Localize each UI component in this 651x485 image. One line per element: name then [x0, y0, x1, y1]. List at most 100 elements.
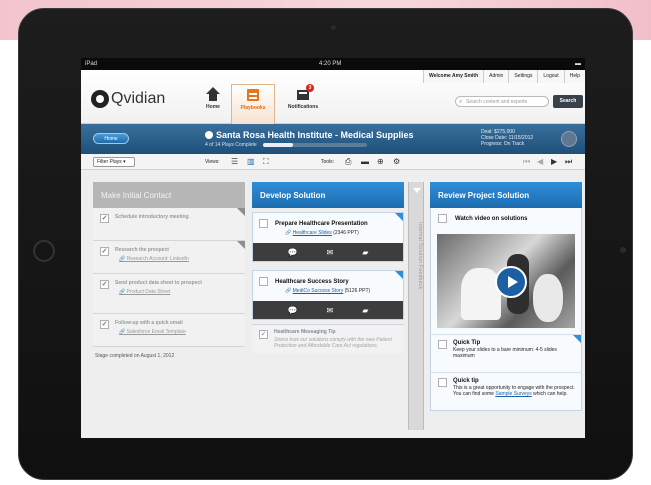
previous-page-icon[interactable]: ◀: [537, 157, 543, 166]
feedback-side-tab[interactable]: Internal Solution Feedback: [408, 182, 424, 430]
play-icon[interactable]: [495, 266, 527, 298]
corner-flag-icon: [237, 241, 245, 249]
messaging-tip[interactable]: ✓ Healthcare Messaging Tip Stress how ou…: [252, 324, 404, 353]
play-label: Follow-up with a quick email: [115, 320, 183, 326]
sample-surveys-link[interactable]: Sample Surveys: [495, 391, 531, 397]
play-label: Send product data sheet to prospect: [115, 280, 202, 286]
quick-tip[interactable]: Quick tip This is a great opportunity to…: [431, 372, 581, 410]
nav-notifications[interactable]: 3 Notifications: [281, 84, 325, 120]
nav-home-label: Home: [206, 104, 220, 110]
clock: 4:20 PM: [319, 61, 342, 67]
play-card[interactable]: Prepare Healthcare Presentation 🔗 Health…: [252, 212, 404, 262]
tip-body: Stress how our solutions comply with the…: [274, 337, 392, 349]
quick-tip-body: This is a great opportunity to engage wi…: [453, 385, 577, 397]
checkbox-checked[interactable]: ✓: [100, 320, 109, 329]
email-icon[interactable]: ✉: [327, 306, 334, 315]
stage-title: Make Initial Contact: [93, 182, 245, 208]
add-icon[interactable]: ⊕: [377, 157, 384, 166]
gear-icon[interactable]: ⚙: [393, 157, 400, 166]
play-card[interactable]: Healthcare Success Story 🔗 MediCo Succes…: [252, 270, 404, 320]
play-card-title: Prepare Healthcare Presentation: [275, 221, 368, 227]
checkbox-checked[interactable]: ✓: [100, 247, 109, 256]
folder-icon[interactable]: ▰: [362, 306, 368, 315]
play-resource-link[interactable]: 🔗 Research Account: LinkedIn: [115, 256, 239, 262]
checkbox[interactable]: [438, 378, 447, 387]
card-actions: 💬 ✉ ▰: [253, 243, 403, 261]
checkbox[interactable]: [259, 219, 268, 228]
email-icon[interactable]: ✉: [327, 248, 334, 257]
attachment-meta: (2346 PPT): [333, 230, 359, 236]
search-button[interactable]: Search: [553, 95, 583, 108]
side-tab-label: Internal Solution Feedback: [417, 222, 423, 290]
chevron-down-icon: ▾: [123, 159, 126, 165]
checkbox[interactable]: [438, 340, 447, 349]
video-panel: Watch video on solutions Quick Tip Keep …: [430, 208, 582, 411]
folder-icon[interactable]: ▰: [362, 248, 368, 257]
battery-icon: ▬: [575, 61, 581, 67]
admin-link[interactable]: Admin: [483, 70, 509, 83]
app-screen: iPad 4:20 PM ▬ Qvidian Home Playbooks 3 …: [81, 58, 585, 438]
play-resource-text: Product Data Sheet: [126, 289, 171, 295]
nav-playbooks[interactable]: Playbooks: [231, 84, 275, 124]
tip-title: Healthcare Messaging Tip: [274, 329, 336, 335]
quick-tip[interactable]: Quick Tip Keep your slides to a bare min…: [431, 334, 581, 372]
stage-title: Develop Solution: [252, 182, 404, 208]
stage-make-initial-contact: Make Initial Contact ✓ Schedule introduc…: [93, 182, 245, 365]
project-title: Santa Rosa Health Institute - Medical Su…: [216, 130, 414, 140]
attachment-link[interactable]: 🔗 Healthcare Slides (2346 PPT): [253, 227, 403, 243]
filter-plays-dropdown[interactable]: Filter Plays ▾: [93, 157, 135, 167]
play-label: Research the prospect: [115, 247, 169, 253]
play-label: Schedule introductory meeting: [115, 214, 189, 220]
column-view-icon[interactable]: ▥: [247, 157, 255, 166]
play-item[interactable]: ✓ Research the prospect 🔗 Research Accou…: [93, 241, 245, 274]
checkbox[interactable]: [438, 214, 447, 223]
play-card-title-row: Healthcare Success Story: [253, 271, 403, 286]
solution-video[interactable]: [437, 234, 575, 328]
nav-notifications-label: Notifications: [287, 104, 319, 110]
home-back-button[interactable]: Home: [93, 133, 129, 144]
fullscreen-view-icon[interactable]: ⛶: [263, 157, 269, 167]
checkbox-checked[interactable]: ✓: [259, 330, 268, 339]
checkbox-checked[interactable]: ✓: [100, 214, 109, 223]
checkbox-checked[interactable]: ✓: [100, 280, 109, 289]
device-label: iPad: [85, 61, 98, 67]
brand-name: Qvidian: [111, 90, 166, 107]
print-icon[interactable]: ⎙: [345, 157, 351, 167]
toolbar: Filter Plays ▾ Views: ☰ ▥ ⛶ Tools: ⎙ ▬ ⊕…: [81, 154, 585, 170]
quick-tip-tail: which can help.: [533, 391, 568, 397]
play-resource-link[interactable]: 🔗 Salesforce Email Template: [115, 329, 239, 335]
video-figure: [533, 274, 563, 322]
logout-link[interactable]: Logout: [537, 70, 564, 83]
nav-home[interactable]: Home: [191, 84, 235, 120]
plays-progress-fill: [263, 143, 294, 147]
views-label: Views:: [205, 159, 220, 165]
checkbox[interactable]: [259, 277, 268, 286]
comment-icon[interactable]: 💬: [288, 306, 298, 315]
stage-develop-solution: Develop Solution Prepare Healthcare Pres…: [252, 182, 404, 353]
status-bar: iPad 4:20 PM ▬: [81, 58, 585, 70]
play-resource-link[interactable]: 🔗 Product Data Sheet: [115, 289, 239, 295]
last-page-icon[interactable]: ⏭: [565, 157, 572, 167]
quick-tip-body: Keep your slides to a bare minimum: 4-5 …: [453, 347, 557, 359]
project-bar: Home Santa Rosa Health Institute - Medic…: [81, 124, 585, 154]
attachment-link[interactable]: 🔗 MediCo Success Story (5126 PPT): [253, 285, 403, 301]
notification-badge: 3: [306, 84, 314, 92]
help-link[interactable]: Help: [563, 70, 585, 83]
settings-link[interactable]: Settings: [508, 70, 538, 83]
app-header: Qvidian Home Playbooks 3 Notifications W…: [81, 70, 585, 124]
next-page-icon[interactable]: ▶: [551, 157, 557, 166]
deal-status-icon[interactable]: [561, 131, 577, 147]
qvidian-logo[interactable]: Qvidian: [91, 90, 165, 108]
first-page-icon[interactable]: ⏮: [523, 157, 530, 167]
list-view-icon[interactable]: ☰: [231, 157, 238, 166]
home-hardware-button[interactable]: [33, 240, 55, 262]
video-title: Watch video on solutions: [455, 216, 528, 222]
search-input[interactable]: ⌕ Search content and experts: [455, 96, 549, 107]
play-item[interactable]: ✓ Send product data sheet to prospect 🔗 …: [93, 274, 245, 314]
play-item[interactable]: ✓ Follow-up with a quick email 🔗 Salesfo…: [93, 314, 245, 347]
play-resource-text: Research Account: LinkedIn: [126, 256, 189, 262]
comment-icon[interactable]: ▬: [361, 157, 369, 166]
comment-icon[interactable]: 💬: [288, 248, 298, 257]
welcome-text: Welcome Amy Smith: [422, 70, 484, 83]
play-item[interactable]: ✓ Schedule introductory meeting: [93, 208, 245, 241]
